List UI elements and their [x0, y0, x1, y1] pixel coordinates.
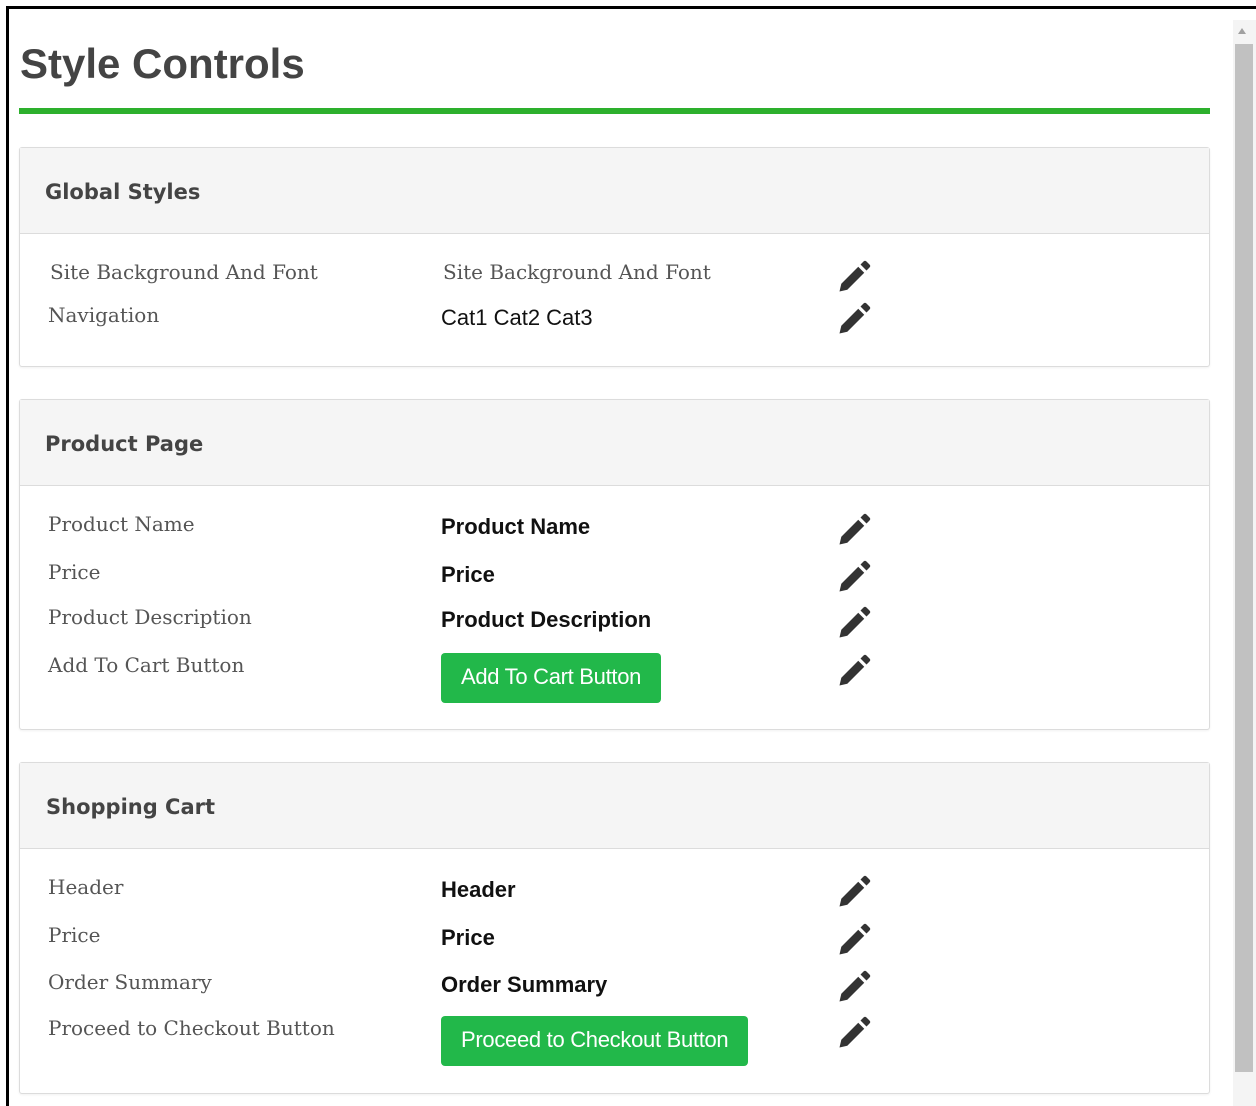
- style-row-header: Header Header: [20, 875, 1209, 915]
- add-to-cart-button-preview: Add To Cart Button: [441, 653, 662, 703]
- panel-global-styles: Global Styles Site Background And Font S…: [19, 147, 1210, 367]
- pencil-icon[interactable]: [835, 260, 871, 296]
- scrollbar-thumb[interactable]: [1235, 44, 1253, 1072]
- style-row-price: Price Price: [20, 560, 1209, 600]
- row-label: Add To Cart Button: [48, 653, 245, 677]
- row-label: Header: [48, 875, 124, 899]
- row-label: Product Name: [48, 512, 195, 536]
- row-label: Price: [48, 560, 101, 584]
- row-preview: Price: [441, 562, 495, 587]
- style-row-site-background: Site Background And Font Site Background…: [20, 260, 1209, 300]
- panel-title: Shopping Cart: [46, 795, 216, 819]
- pencil-icon[interactable]: [835, 1016, 871, 1052]
- row-label: Product Description: [48, 605, 252, 629]
- pencil-icon[interactable]: [835, 654, 871, 690]
- checkout-button-preview: Proceed to Checkout Button: [441, 1016, 749, 1066]
- panel-shopping-cart: Shopping Cart Header Header Price Price …: [19, 762, 1210, 1094]
- pencil-icon[interactable]: [835, 970, 871, 1006]
- style-row-navigation: Navigation Cat1 Cat2 Cat3: [20, 303, 1209, 343]
- panel-header: Shopping Cart: [20, 763, 1209, 849]
- panel-title: Product Page: [45, 432, 204, 456]
- panel-header: Product Page: [20, 400, 1209, 486]
- row-preview: Product Name: [441, 514, 591, 539]
- pencil-icon[interactable]: [835, 875, 871, 911]
- row-preview: Site Background And Font: [443, 260, 711, 284]
- title-underline: [19, 108, 1210, 114]
- row-preview: Order Summary: [441, 972, 608, 997]
- row-label: Order Summary: [48, 970, 212, 994]
- scroll-up-arrow-icon[interactable]: [1238, 28, 1246, 34]
- row-preview: Product Description: [441, 607, 652, 632]
- pencil-icon[interactable]: [835, 302, 871, 338]
- style-row-product-description: Product Description Product Description: [20, 605, 1209, 645]
- row-label: Site Background And Font: [50, 260, 318, 284]
- pencil-icon[interactable]: [835, 606, 871, 642]
- pencil-icon[interactable]: [835, 513, 871, 549]
- style-row-product-name: Product Name Product Name: [20, 512, 1209, 552]
- page-title: Style Controls: [20, 40, 305, 87]
- row-label: Navigation: [48, 303, 160, 327]
- panel-title: Global Styles: [45, 180, 201, 204]
- style-row-order-summary: Order Summary Order Summary: [20, 970, 1209, 1010]
- panel-product-page: Product Page Product Name Product Name P…: [19, 399, 1210, 730]
- row-label: Price: [48, 923, 101, 947]
- row-label: Proceed to Checkout Button: [48, 1016, 335, 1040]
- row-preview: Header: [441, 877, 516, 902]
- vertical-scrollbar[interactable]: [1233, 20, 1256, 1106]
- style-row-price: Price Price: [20, 923, 1209, 963]
- row-preview: Cat1 Cat2 Cat3: [441, 305, 593, 330]
- pencil-icon[interactable]: [835, 560, 871, 596]
- pencil-icon[interactable]: [835, 923, 871, 959]
- row-preview: Price: [441, 925, 495, 950]
- panel-header: Global Styles: [20, 148, 1209, 234]
